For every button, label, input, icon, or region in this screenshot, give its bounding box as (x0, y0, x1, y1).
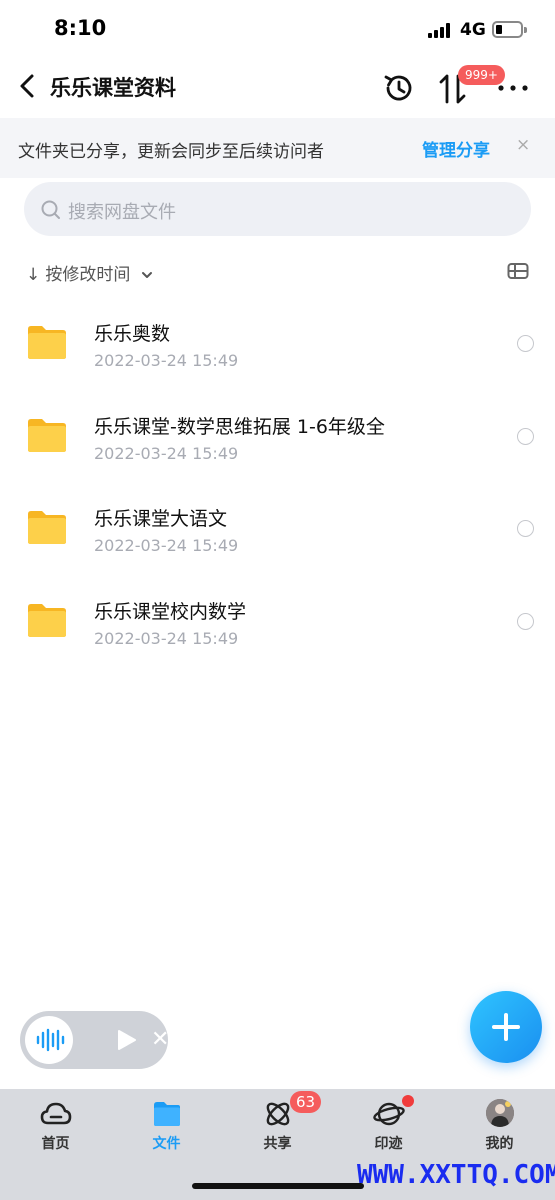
tab-footprint[interactable]: 印迹 (333, 1089, 444, 1159)
nav-bar: 乐乐课堂资料 999+ (0, 60, 555, 116)
tab-label: 印迹 (374, 1136, 403, 1152)
audio-wave-button[interactable] (25, 1016, 73, 1064)
folder-icon (28, 603, 66, 637)
close-player-icon[interactable]: ✕ (151, 1027, 169, 1052)
manage-share-link[interactable]: 管理分享 (422, 136, 490, 161)
folder-icon (28, 418, 66, 452)
list-item[interactable]: 乐乐奥数 2022-03-24 15:49 (0, 297, 555, 390)
sound-wave-icon (36, 1028, 65, 1052)
tab-label: 共享 (263, 1136, 292, 1152)
file-name: 乐乐课堂大语文 (94, 508, 228, 530)
chevron-down-icon (142, 272, 153, 278)
add-button[interactable] (470, 991, 542, 1063)
list-item[interactable]: 乐乐课堂大语文 2022-03-24 15:49 (0, 482, 555, 575)
history-icon[interactable] (382, 71, 416, 105)
share-notice: 文件夹已分享，更新会同步至后续访问者 管理分享 × (0, 118, 555, 178)
sort-arrow-icon: ↓ (26, 265, 41, 285)
tab-label: 文件 (152, 1136, 181, 1152)
tab-home[interactable]: 首页 (0, 1089, 111, 1159)
signal-icon (428, 22, 454, 38)
network-type: 4G (460, 20, 486, 40)
tab-label: 首页 (41, 1136, 70, 1152)
file-name: 乐乐课堂校内数学 (94, 600, 247, 623)
sort-label: 按修改时间 (45, 265, 131, 285)
search-icon (41, 200, 60, 219)
share-notice-text: 文件夹已分享，更新会同步至后续访问者 (18, 142, 324, 162)
cloud-icon (40, 1102, 72, 1125)
select-radio[interactable] (517, 335, 534, 352)
select-radio[interactable] (517, 520, 534, 537)
watermark-text: WWW.XXTTQ.COM (357, 1160, 555, 1190)
file-date: 2022-03-24 15:49 (94, 351, 239, 370)
list-item[interactable]: 乐乐课堂校内数学 2022-03-24 15:49 (0, 575, 555, 668)
close-notice-icon[interactable]: × (516, 135, 530, 155)
notification-dot (402, 1095, 414, 1107)
status-time: 8:10 (54, 16, 107, 40)
tab-files[interactable]: 文件 (111, 1089, 222, 1159)
file-list: 乐乐奥数 2022-03-24 15:49 乐乐课堂-数学思维拓展 1-6年级全… (0, 297, 555, 667)
home-indicator (192, 1183, 364, 1189)
planet-icon (373, 1102, 405, 1126)
list-item[interactable]: 乐乐课堂-数学思维拓展 1-6年级全 2022-03-24 15:49 (0, 390, 555, 483)
search-placeholder: 搜索网盘文件 (68, 202, 176, 223)
file-date: 2022-03-24 15:49 (94, 536, 239, 555)
folder-icon (154, 1102, 180, 1126)
back-arrow-icon[interactable] (14, 70, 42, 102)
audio-mini-player: ✕ (20, 1011, 169, 1069)
sort-dropdown[interactable]: ↓ 按修改时间 (26, 260, 153, 286)
tab-label: 我的 (485, 1136, 514, 1152)
page-title: 乐乐课堂资料 (50, 76, 176, 100)
view-mode-icon[interactable] (507, 262, 529, 280)
status-bar: 8:10 4G (0, 0, 555, 60)
search-input[interactable]: 搜索网盘文件 (24, 182, 531, 236)
folder-icon (28, 326, 66, 359)
folder-icon (28, 511, 66, 544)
share-badge: 63 (290, 1091, 322, 1113)
file-name: 乐乐课堂-数学思维拓展 1-6年级全 (94, 415, 385, 438)
more-icon[interactable] (496, 78, 530, 98)
file-date: 2022-03-24 15:49 (94, 443, 239, 463)
file-name: 乐乐奥数 (94, 323, 171, 345)
battery-icon (492, 21, 527, 38)
file-date: 2022-03-24 15:49 (94, 628, 239, 648)
play-icon[interactable] (114, 1028, 138, 1052)
select-radio[interactable] (517, 427, 534, 445)
avatar-icon[interactable] (486, 1099, 514, 1127)
select-radio[interactable] (517, 612, 534, 630)
